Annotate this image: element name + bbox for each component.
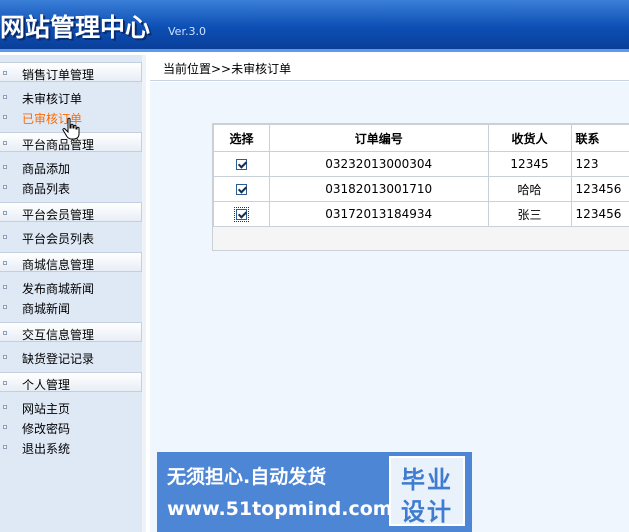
sidebar-item-product-list[interactable]: 商品列表 xyxy=(0,177,142,197)
sidebar-section-label: 平台商品管理 xyxy=(22,138,95,152)
order-no-cell: 03182013001710 xyxy=(268,176,489,202)
contact-cell: 123 xyxy=(570,151,629,177)
bullet-icon xyxy=(3,115,7,119)
sidebar-section-label: 销售订单管理 xyxy=(22,68,95,82)
app-version: Ver.3.0 xyxy=(168,25,206,38)
sidebar-item-member-list[interactable]: 平台会员列表 xyxy=(0,227,142,247)
orders-table-container: 选择 订单编号 收货人 联系 03232013000304 12345 123 xyxy=(212,123,629,251)
sidebar-section-interaction[interactable]: 交互信息管理 xyxy=(0,322,142,342)
bullet-icon xyxy=(3,285,7,289)
sidebar-section-sales-orders[interactable]: 销售订单管理 xyxy=(0,62,142,82)
bullet-icon xyxy=(3,211,7,215)
sidebar-item-pending-orders[interactable]: 未审核订单 xyxy=(0,87,142,107)
bullet-icon xyxy=(3,425,7,429)
row-checkbox[interactable] xyxy=(235,159,247,170)
column-header-select: 选择 xyxy=(213,124,270,152)
watermark-banner: 无须担心.自动发货 www.51topmind.com 毕业 设计 xyxy=(157,452,472,532)
sidebar-section-mall-info[interactable]: 商城信息管理 xyxy=(0,252,142,272)
column-header-order-no: 订单编号 xyxy=(268,124,489,152)
sidebar-item-label: 退出系统 xyxy=(22,442,71,456)
sidebar-item-label: 发布商城新闻 xyxy=(22,282,95,296)
sidebar-section-label: 个人管理 xyxy=(22,378,71,392)
header-bar: 网站管理中心 Ver.3.0 xyxy=(0,0,629,52)
bullet-icon xyxy=(3,95,7,99)
bullet-icon xyxy=(3,185,7,189)
sidebar-item-stockout-records[interactable]: 缺货登记记录 xyxy=(0,347,142,367)
row-checkbox[interactable] xyxy=(233,207,249,222)
sidebar-item-label: 网站主页 xyxy=(22,402,71,416)
app-title: 网站管理中心 xyxy=(0,13,151,42)
badge-text-top: 毕业 xyxy=(401,466,453,494)
table-row: 03172013184934 张三 123456 xyxy=(213,201,629,227)
bullet-icon xyxy=(3,305,7,309)
sidebar-item-homepage[interactable]: 网站主页 xyxy=(0,397,142,417)
table-row: 03232013000304 12345 123 xyxy=(213,151,629,177)
contact-cell: 123456 xyxy=(570,201,629,227)
bullet-icon xyxy=(3,381,7,385)
orders-table: 选择 订单编号 收货人 联系 03232013000304 12345 123 xyxy=(213,124,629,227)
sidebar-item-label: 缺货登记记录 xyxy=(22,352,95,366)
sidebar-section-label: 平台会员管理 xyxy=(22,208,95,222)
banner-badge: 毕业 设计 xyxy=(389,456,465,526)
bullet-icon xyxy=(3,71,7,75)
bullet-icon xyxy=(3,445,7,449)
sidebar-item-label: 商品列表 xyxy=(22,182,71,196)
column-header-receiver: 收货人 xyxy=(487,124,572,152)
sidebar-section-label: 商城信息管理 xyxy=(22,258,95,272)
row-checkbox[interactable] xyxy=(235,184,247,195)
table-row: 03182013001710 哈哈 123456 xyxy=(213,176,629,202)
bullet-icon xyxy=(3,141,7,145)
order-no-cell: 03172013184934 xyxy=(268,201,489,227)
sidebar-item-label: 商城新闻 xyxy=(22,302,71,316)
sidebar-item-mall-news[interactable]: 商城新闻 xyxy=(0,297,142,317)
sidebar-item-approved-orders[interactable]: 已审核订单 xyxy=(0,107,142,127)
sidebar-section-personal[interactable]: 个人管理 xyxy=(0,372,142,392)
table-header-row: 选择 订单编号 收货人 联系 xyxy=(213,124,629,152)
sidebar-section-label: 交互信息管理 xyxy=(22,328,95,342)
sidebar-item-add-product[interactable]: 商品添加 xyxy=(0,157,142,177)
sidebar: 销售订单管理 未审核订单 已审核订单 平台商品管理 商品添加 商品列表 平台会员… xyxy=(0,55,146,532)
select-cell xyxy=(213,176,270,202)
receiver-cell: 12345 xyxy=(487,151,572,177)
bullet-icon xyxy=(3,165,7,169)
receiver-cell: 张三 xyxy=(487,201,572,227)
bullet-icon xyxy=(3,355,7,359)
sidebar-item-change-password[interactable]: 修改密码 xyxy=(0,417,142,437)
sidebar-item-label: 未审核订单 xyxy=(22,92,83,106)
receiver-cell: 哈哈 xyxy=(487,176,572,202)
column-header-contact: 联系 xyxy=(570,124,629,152)
banner-slogan: 无须担心.自动发货 xyxy=(167,466,327,488)
sidebar-item-label: 已审核订单 xyxy=(22,112,83,126)
bullet-icon xyxy=(3,261,7,265)
order-no-cell: 03232013000304 xyxy=(268,151,489,177)
bullet-icon xyxy=(3,331,7,335)
sidebar-section-products[interactable]: 平台商品管理 xyxy=(0,132,142,152)
sidebar-item-logout[interactable]: 退出系统 xyxy=(0,437,142,457)
sidebar-item-publish-news[interactable]: 发布商城新闻 xyxy=(0,277,142,297)
breadcrumb: 当前位置>>未审核订单 xyxy=(163,62,292,76)
banner-url: www.51topmind.com xyxy=(167,498,393,520)
sidebar-item-label: 修改密码 xyxy=(22,422,71,436)
sidebar-item-label: 商品添加 xyxy=(22,162,71,176)
breadcrumb-bar: 当前位置>>未审核订单 xyxy=(150,55,629,81)
sidebar-section-members[interactable]: 平台会员管理 xyxy=(0,202,142,222)
contact-cell: 123456 xyxy=(570,176,629,202)
badge-text-bottom: 设计 xyxy=(401,498,453,526)
select-cell xyxy=(213,151,270,177)
select-cell xyxy=(213,201,270,227)
bullet-icon xyxy=(3,405,7,409)
sidebar-item-label: 平台会员列表 xyxy=(22,232,95,246)
bullet-icon xyxy=(3,235,7,239)
